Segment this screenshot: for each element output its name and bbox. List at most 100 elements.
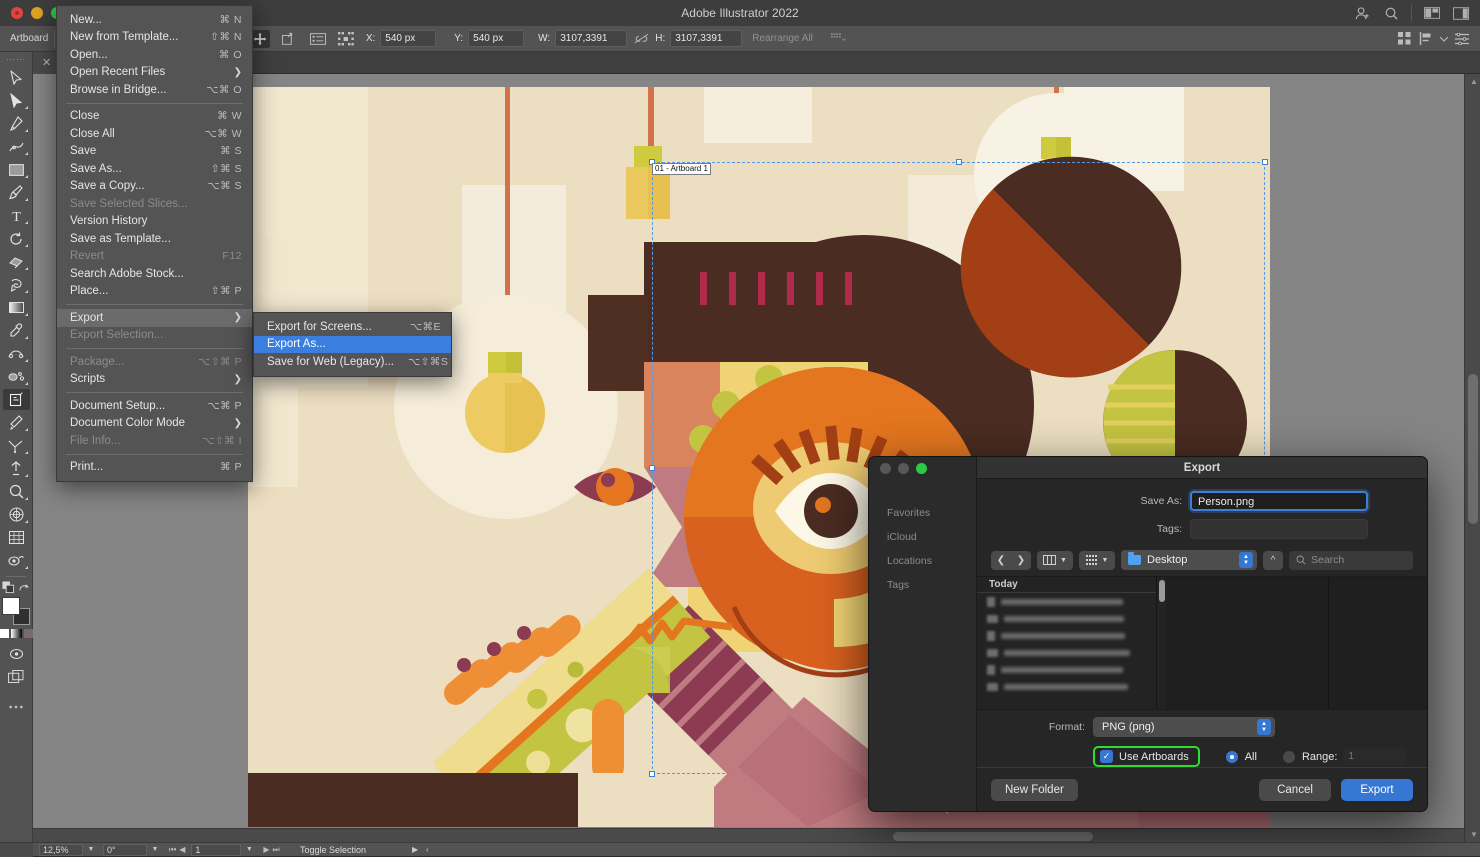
sidebar-item-icloud[interactable]: iCloud [869, 525, 976, 549]
artboard-options-icon[interactable] [308, 30, 328, 48]
shape-builder-tool[interactable] [3, 251, 30, 272]
menu-item-scripts[interactable]: Scripts ❯ [57, 371, 252, 389]
previous-artboard-icon[interactable]: ◀ [179, 845, 185, 854]
artboard-number-input[interactable]: 1 [191, 843, 242, 856]
menu-item-browse-in-bridge[interactable]: Browse in Bridge... ⌥⌘ O [57, 81, 252, 99]
export-submenu[interactable]: Export for Screens... ⌥⌘E Export As... Sa… [253, 312, 452, 377]
all-radio[interactable] [1225, 750, 1238, 763]
list-item[interactable] [977, 593, 1156, 610]
artboard-navigation-next[interactable]: ▶ ⏭ [263, 845, 279, 855]
view-mode-columns-icon[interactable]: ▼ [1037, 550, 1073, 570]
range-radio[interactable] [1282, 750, 1295, 763]
menu-item-close[interactable]: Close ⌘ W [57, 108, 252, 126]
scroll-up-icon[interactable]: ▲ [1470, 77, 1478, 86]
file-preview-column[interactable] [1166, 577, 1329, 709]
search-input[interactable]: Search [1289, 550, 1413, 570]
sidebar-item-tags[interactable]: Tags [869, 573, 976, 597]
pen-tool[interactable] [3, 113, 30, 134]
rearrange-all-button[interactable]: Rearrange All [752, 33, 813, 44]
next-artboard-icon[interactable]: ▶ [263, 845, 269, 854]
list-item[interactable] [977, 661, 1156, 678]
file-list-scroll-thumb[interactable] [1159, 580, 1165, 602]
gradient-tool[interactable] [3, 297, 30, 318]
type-tool[interactable]: T [3, 205, 30, 226]
symbol-sprayer-tool[interactable] [3, 366, 30, 387]
menu-item-save-as-template[interactable]: Save as Template... [57, 230, 252, 248]
menu-item-print[interactable]: Print... ⌘ P [57, 459, 252, 477]
file-list-scrollbar[interactable] [1157, 577, 1166, 709]
zoom-tool[interactable] [3, 481, 30, 502]
menu-item-save-as[interactable]: Save As... ⇧⌘ S [57, 160, 252, 178]
chevron-down-icon[interactable]: ▼ [85, 844, 97, 856]
w-input[interactable]: 3107,3391 [555, 30, 628, 47]
puppet-warp-tool[interactable] [3, 458, 30, 479]
menu-item-save-a-copy[interactable]: Save a Copy... ⌥⌘ S [57, 178, 252, 196]
y-input[interactable]: 540 px [468, 30, 525, 47]
menu-item-new[interactable]: New... ⌘ N [57, 11, 252, 29]
menu-item-document-color-mode[interactable]: Document Color Mode ❯ [57, 415, 252, 433]
curvature-tool[interactable] [3, 136, 30, 157]
file-list-column[interactable]: Today [977, 577, 1157, 709]
horizontal-scroll-thumb[interactable] [893, 832, 1093, 841]
scroll-down-icon[interactable]: ▼ [1470, 830, 1478, 839]
cancel-button[interactable]: Cancel [1259, 778, 1331, 801]
screen-mode-icon[interactable] [3, 666, 30, 687]
artboard-arrange-presets-icon[interactable] [829, 30, 849, 48]
slice-tool[interactable] [3, 412, 30, 433]
panel-grip[interactable]: ⋯⋯ [0, 52, 32, 66]
dialog-close-button[interactable] [880, 462, 891, 474]
dialog-minimize-button[interactable] [898, 462, 909, 474]
file-menu[interactable]: New... ⌘ N New from Template... ⇧⌘ N Open.… [56, 5, 253, 482]
menu-item-new-from-template[interactable]: New from Template... ⇧⌘ N [57, 29, 252, 47]
fill-stroke-shortcuts[interactable] [1, 581, 31, 594]
first-artboard-icon[interactable]: ⏮ [169, 845, 176, 855]
menu-item-save[interactable]: Save ⌘ S [57, 143, 252, 161]
selection-tool[interactable] [3, 67, 30, 88]
vertical-scroll-thumb[interactable] [1468, 374, 1478, 524]
link-dimensions-icon[interactable] [631, 30, 651, 48]
new-artboard-icon[interactable] [280, 30, 300, 48]
export-button[interactable]: Export [1341, 778, 1413, 801]
menu-item-version-history[interactable]: Version History [57, 213, 252, 231]
edit-toolbar-icon[interactable] [3, 696, 30, 717]
export-dialog[interactable]: Favorites iCloud Locations Tags Export S… [868, 456, 1428, 812]
save-as-input[interactable]: Person.png [1190, 491, 1368, 511]
vertical-scrollbar[interactable]: ▲ ▼ [1464, 74, 1480, 842]
rotation-input[interactable]: 0° [103, 843, 147, 856]
h-input[interactable]: 3107,3391 [670, 30, 743, 47]
file-detail-column[interactable] [1329, 577, 1427, 709]
menu-item-search-adobe-stock[interactable]: Search Adobe Stock... [57, 265, 252, 283]
direct-selection-tool[interactable] [3, 90, 30, 111]
eyedropper-tool[interactable] [3, 320, 30, 341]
fill-stroke-swatch[interactable] [2, 597, 30, 625]
chevron-down-icon[interactable]: ▼ [243, 844, 255, 856]
grid-layout-icon[interactable] [1394, 30, 1414, 48]
dialog-window-controls[interactable] [869, 457, 976, 479]
range-input[interactable]: 1 [1343, 748, 1408, 765]
chevron-down-icon[interactable] [1438, 30, 1450, 48]
drawing-mode-icon[interactable] [3, 643, 30, 664]
chevron-down-icon[interactable]: ▼ [149, 844, 161, 856]
menu-item-export-for-screens[interactable]: Export for Screens... ⌥⌘E [254, 318, 451, 336]
mesh-tool[interactable] [3, 527, 30, 548]
minimize-window-button[interactable] [31, 7, 43, 19]
list-item[interactable] [977, 610, 1156, 627]
blend-tool[interactable] [3, 343, 30, 364]
use-artboards-checkbox[interactable]: ✓ [1100, 750, 1113, 763]
menu-item-open[interactable]: Open... ⌘ O [57, 46, 252, 64]
menu-item-export-as[interactable]: Export As... [254, 335, 451, 353]
path-stepper-icon[interactable]: ▲ ▼ [1239, 552, 1253, 568]
new-folder-button[interactable]: New Folder [991, 778, 1078, 801]
zoom-level-input[interactable]: 12,5% [39, 843, 83, 856]
go-up-icon[interactable]: ^ [1263, 550, 1283, 570]
artboard-navigation[interactable]: ⏮ ◀ [169, 845, 185, 855]
last-artboard-icon[interactable]: ⏭ [273, 845, 280, 855]
menu-item-document-setup[interactable]: Document Setup... ⌥⌘ P [57, 397, 252, 415]
status-resize-icon[interactable]: ‹ [426, 845, 429, 854]
status-menu-icon[interactable]: ▶ [412, 845, 418, 854]
free-transform-tool[interactable] [3, 435, 30, 456]
window-controls[interactable] [0, 7, 63, 19]
forward-icon[interactable]: ❯ [1011, 550, 1031, 570]
align-icon[interactable] [1416, 30, 1436, 48]
sidebar-item-locations[interactable]: Locations [869, 549, 976, 573]
